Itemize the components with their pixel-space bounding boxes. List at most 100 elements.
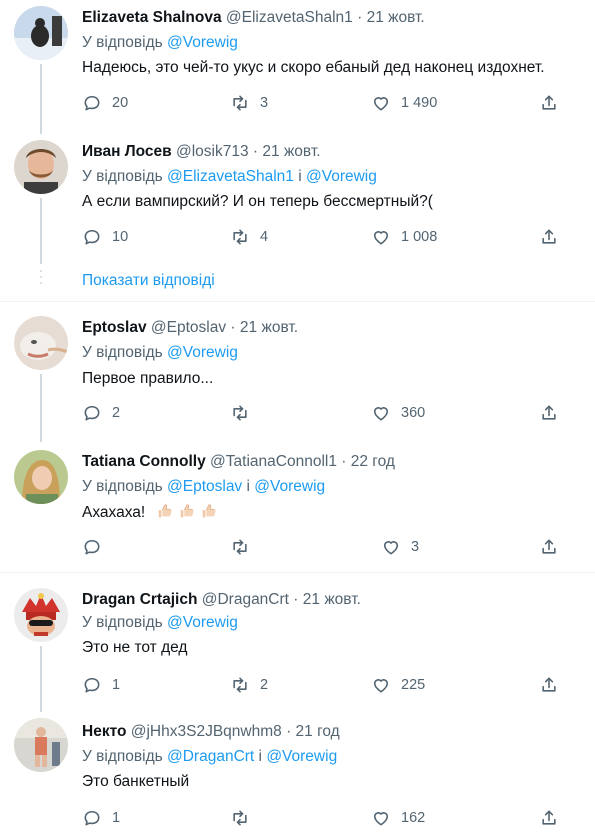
separator-dot: ·	[341, 453, 347, 470]
tweet-card[interactable]: Eptoslav @Eptoslav · 21 жовт. У відповід…	[0, 312, 595, 442]
tweet-text: Это не тот дед	[82, 639, 188, 656]
retweet-icon	[233, 405, 247, 421]
mention-link[interactable]: @Vorewig	[306, 168, 377, 185]
mention-link[interactable]: @DraganCrt	[167, 748, 254, 765]
display-name[interactable]: Eptoslav	[82, 319, 147, 336]
reply-prefix: У відповідь	[82, 478, 163, 495]
mention-link[interactable]: @Vorewig	[254, 478, 325, 495]
like-button[interactable]: 1 008	[371, 226, 437, 248]
separator-dot: ·	[357, 9, 363, 26]
tweet-text: Надеюсь, это чей-то укус и скоро ебаный …	[82, 59, 545, 76]
share-icon	[542, 229, 556, 244]
like-button[interactable]: 3	[381, 536, 419, 558]
tweet-text: Первое правило...	[82, 370, 214, 387]
share-button[interactable]	[539, 536, 559, 558]
display-name[interactable]: Dragan Crtajich	[82, 591, 197, 608]
retweet-button[interactable]: 2	[230, 674, 268, 696]
like-count: 225	[401, 677, 426, 693]
avatar[interactable]	[14, 316, 68, 370]
reply-button[interactable]	[82, 536, 112, 558]
user-handle[interactable]: @DraganCrt	[202, 591, 289, 608]
share-icon	[542, 810, 556, 825]
tweet-card[interactable]: Dragan Crtajich @DraganCrt · 21 жовт. У …	[0, 582, 595, 712]
tweet-card[interactable]: Некто @jHhx3S2JBqnwhm8 · 21 год У відпов…	[0, 714, 595, 836]
tweet-header: Elizaveta Shalnova @ElizavetaShaln1 · 21…	[82, 8, 425, 28]
reply-button[interactable]: 1	[82, 807, 120, 829]
mention-link[interactable]: @Eptoslav	[167, 478, 242, 495]
retweet-icon	[233, 229, 247, 245]
user-handle[interactable]: @ElizavetaShaln1	[226, 9, 353, 26]
share-button[interactable]	[539, 807, 559, 829]
avatar[interactable]	[14, 718, 68, 772]
retweet-button[interactable]	[230, 807, 260, 829]
mention-link[interactable]: @Vorewig	[266, 748, 337, 765]
reply-icon	[84, 405, 100, 421]
mention-link[interactable]: @Vorewig	[167, 34, 238, 51]
like-icon	[383, 541, 399, 555]
user-handle[interactable]: @TatianaConnoll1	[210, 453, 337, 470]
thumbs-up-emoji	[200, 502, 218, 520]
like-button[interactable]: 360	[371, 402, 425, 424]
separator-dot: ·	[286, 723, 292, 740]
avatar[interactable]	[14, 588, 68, 642]
share-button[interactable]	[539, 674, 559, 696]
timestamp[interactable]: 21 жовт.	[367, 9, 425, 26]
share-button[interactable]	[539, 402, 559, 424]
timestamp[interactable]: 22 год	[351, 453, 395, 470]
thread-line	[40, 198, 42, 264]
reply-button[interactable]: 2	[82, 402, 120, 424]
tweet-card[interactable]: Tatiana Connolly @TatianaConnoll1 · 22 г…	[0, 444, 595, 566]
like-count: 1 008	[401, 229, 438, 245]
avatar[interactable]	[14, 6, 68, 60]
retweet-button[interactable]	[230, 536, 260, 558]
thread-line	[40, 374, 42, 442]
show-replies-link[interactable]: Показати відповіді	[82, 272, 215, 290]
divider	[0, 572, 595, 573]
like-count: 162	[401, 810, 426, 826]
avatar[interactable]	[14, 140, 68, 194]
tweet-header: Dragan Crtajich @DraganCrt · 21 жовт.	[82, 590, 361, 610]
like-button[interactable]: 225	[371, 674, 425, 696]
timestamp[interactable]: 21 жовт.	[240, 319, 298, 336]
timestamp[interactable]: 21 год	[296, 723, 340, 740]
retweet-icon	[233, 95, 247, 111]
tweet-header: Иван Лосев @losik713 · 21 жовт.	[82, 142, 321, 162]
avatar[interactable]	[14, 450, 68, 504]
reply-context: У відповідь @DraganCrt і @Vorewig	[82, 747, 337, 767]
user-handle[interactable]: @jHhx3S2JBqnwhm8	[131, 723, 282, 740]
reply-button[interactable]: 10	[82, 226, 128, 248]
tweet-text: Ахахаха!	[82, 502, 222, 523]
mention-link[interactable]: @ElizavetaShaln1	[167, 168, 294, 185]
like-count: 360	[401, 405, 426, 421]
mention-link[interactable]: @Vorewig	[167, 614, 238, 631]
reply-count: 10	[112, 229, 129, 245]
retweet-button[interactable]: 3	[230, 92, 268, 114]
tweet-header: Tatiana Connolly @TatianaConnoll1 · 22 г…	[82, 452, 395, 472]
reply-prefix: У відповідь	[82, 614, 163, 631]
tweet-actions: 20 3 1 490	[82, 92, 562, 114]
reply-count: 1	[112, 677, 121, 693]
user-handle[interactable]: @Eptoslav	[151, 319, 226, 336]
reply-join: і	[258, 748, 262, 765]
mention-link[interactable]: @Vorewig	[167, 344, 238, 361]
reply-button[interactable]: 20	[82, 92, 128, 114]
timestamp[interactable]: 21 жовт.	[262, 143, 320, 160]
display-name[interactable]: Иван Лосев	[82, 143, 172, 160]
like-button[interactable]: 162	[371, 807, 425, 829]
tweet-actions: 10 4 1 008	[82, 226, 562, 248]
reply-button[interactable]: 1	[82, 674, 120, 696]
display-name[interactable]: Tatiana Connolly	[82, 453, 206, 470]
user-handle[interactable]: @losik713	[176, 143, 249, 160]
share-button[interactable]	[539, 92, 559, 114]
display-name[interactable]: Некто	[82, 723, 126, 740]
tweet-card[interactable]: Иван Лосев @losik713 · 21 жовт. У відпов…	[0, 134, 595, 264]
share-button[interactable]	[539, 226, 559, 248]
reply-join: і	[246, 478, 250, 495]
like-button[interactable]: 1 490	[371, 92, 437, 114]
display-name[interactable]: Elizaveta Shalnova	[82, 9, 222, 26]
retweet-button[interactable]	[230, 402, 260, 424]
retweet-icon	[233, 810, 247, 826]
timestamp[interactable]: 21 жовт.	[303, 591, 361, 608]
tweet-card[interactable]: Elizaveta Shalnova @ElizavetaShaln1 · 21…	[0, 0, 595, 134]
retweet-button[interactable]: 4	[230, 226, 268, 248]
